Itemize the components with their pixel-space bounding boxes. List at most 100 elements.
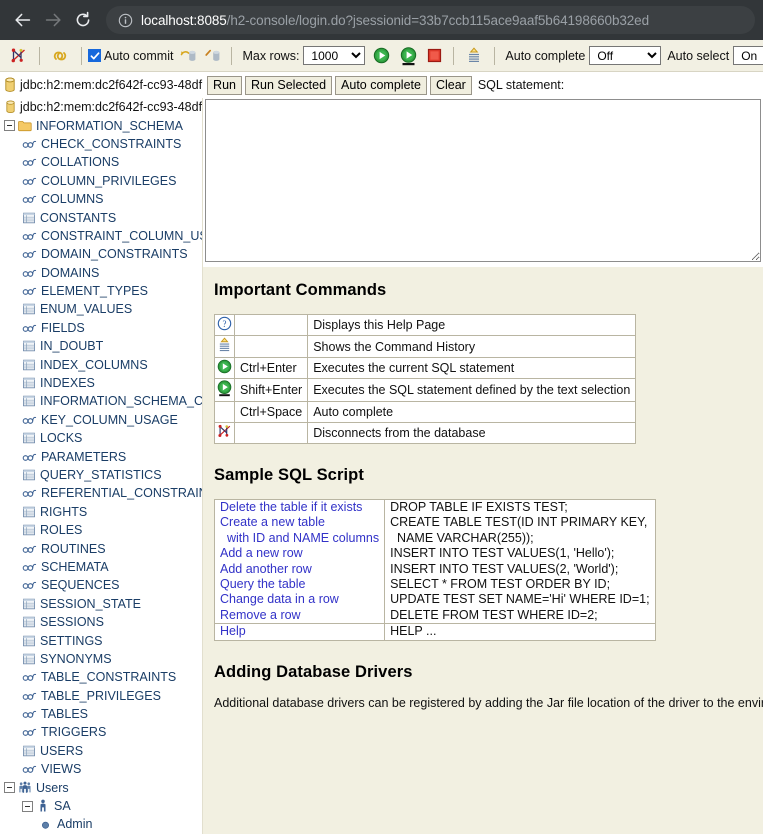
tree-item-table[interactable]: SETTINGS — [0, 631, 202, 649]
tree-item-table[interactable]: INDEX_COLUMNS — [0, 355, 202, 373]
user-icon — [40, 799, 46, 812]
sample-sql-help-row: Help HELP ... — [213, 623, 656, 641]
tree-item-table[interactable]: QUERY_STATISTICS — [0, 466, 202, 484]
commit-icon[interactable] — [180, 48, 198, 64]
clear-button[interactable]: Clear — [429, 75, 472, 95]
svg-text:?: ? — [223, 319, 227, 329]
tree-item-table[interactable]: DOMAIN_CONSTRAINTS — [0, 245, 202, 263]
disconnect-icon[interactable] — [10, 48, 27, 64]
run-icon[interactable] — [373, 47, 390, 64]
tree-item-table[interactable]: SESSION_STATE — [0, 595, 202, 613]
tree-item-user-admin[interactable]: Admin — [0, 815, 202, 833]
tree-table-label: FIELDS — [41, 320, 85, 335]
tree-item-table[interactable]: TABLE_CONSTRAINTS — [0, 668, 202, 686]
tree-item-table[interactable]: COLUMN_PRIVILEGES — [0, 172, 202, 190]
tree-item-table[interactable]: PARAMETERS — [0, 447, 202, 465]
command-icon-cell — [214, 422, 235, 444]
tree-item-table[interactable]: SEQUENCES — [0, 576, 202, 594]
view-icon — [22, 159, 37, 167]
tree-item-table[interactable]: CONSTANTS — [0, 208, 202, 226]
auto-complete-select[interactable]: Off — [589, 46, 662, 65]
tree-item-table[interactable]: IN_DOUBT — [0, 337, 202, 355]
command-shortcut-cell — [233, 422, 309, 444]
sample-sql-help-statement: HELP ... — [384, 623, 656, 641]
stop-icon[interactable] — [427, 48, 442, 63]
sample-sql-statements: DROP TABLE IF EXISTS TEST; CREATE TABLE T… — [384, 498, 656, 625]
sample-sql-table: Delete the table if it exists Create a ne… — [213, 498, 656, 641]
tree-table-label: SEQUENCES — [41, 578, 120, 593]
sql-editor[interactable] — [205, 99, 761, 262]
tree-item-table[interactable]: COLLATIONS — [0, 153, 202, 171]
tree-item-table[interactable]: ROLES — [0, 521, 202, 539]
sample-sql-statement: CREATE TABLE TEST(ID INT PRIMARY KEY, — [390, 515, 648, 530]
tree-item-table[interactable]: ELEMENT_TYPES — [0, 282, 202, 300]
sample-sql-description: Change data in a row — [220, 592, 339, 607]
tree-item-table[interactable]: SCHEMATA — [0, 558, 202, 576]
sample-sql-title: Sample SQL Script — [214, 466, 364, 484]
tree-table-label: SESSION_STATE — [40, 596, 141, 611]
back-button[interactable] — [8, 5, 38, 35]
tree-item-table[interactable]: USERS — [0, 742, 202, 760]
tree-item-user-sa[interactable]: SA — [0, 797, 202, 815]
auto-complete-button[interactable]: Auto complete — [335, 75, 427, 95]
auto-commit-toggle[interactable]: Auto commit — [88, 49, 173, 63]
tree-item-table[interactable]: VIEWS — [0, 760, 202, 778]
collapse-toggle-sa[interactable] — [22, 800, 33, 812]
command-history-icon — [219, 337, 230, 352]
tree-item-table[interactable]: CHECK_CONSTRAINTS — [0, 135, 202, 153]
tree-item-table[interactable]: SESSIONS — [0, 613, 202, 631]
tree-table-label: TABLE_CONSTRAINTS — [41, 670, 177, 685]
tree-item-table[interactable]: LOCKS — [0, 429, 202, 447]
auto-select-select[interactable]: On — [733, 46, 763, 65]
auto-commit-checkbox[interactable] — [88, 49, 101, 62]
table-icon — [23, 506, 35, 518]
tree-item-information-schema[interactable]: INFORMATION_SCHEMA — [0, 116, 202, 134]
address-bar[interactable]: localhost:8085/h2-console/login.do?jsess… — [106, 6, 755, 34]
tree-item-table[interactable]: REFERENTIAL_CONSTRAIN — [0, 484, 202, 502]
help-pane: Important Commands ? Displays this Help P… — [203, 267, 763, 834]
rollback-icon[interactable] — [204, 48, 222, 64]
command-row: Shift+Enter Executes the SQL statement de… — [214, 378, 637, 402]
command-history-icon[interactable] — [466, 47, 482, 64]
tree-item-table[interactable]: TABLE_PRIVILEGES — [0, 687, 202, 705]
reload-button[interactable] — [68, 5, 98, 35]
view-icon — [22, 582, 37, 590]
database-tree[interactable]: jdbc:h2:mem:dc2f642f-cc93-48df INFORMATI… — [0, 98, 203, 834]
tree-item-table[interactable]: TABLES — [0, 705, 202, 723]
tree-item-table[interactable]: RIGHTS — [0, 503, 202, 521]
tree-table-label: CONSTANTS — [40, 210, 117, 225]
run-selected-icon[interactable] — [400, 47, 417, 66]
tree-item-table[interactable]: ENUM_VALUES — [0, 300, 202, 318]
view-icon — [22, 729, 37, 737]
toolbar-divider — [231, 46, 233, 65]
collapse-toggle-schema[interactable] — [4, 120, 15, 132]
tree-table-label: KEY_COLUMN_USAGE — [41, 412, 178, 427]
run-selected-button[interactable]: Run Selected — [244, 75, 333, 95]
tree-item-table[interactable]: INFORMATION_SCHEMA_C — [0, 392, 202, 410]
sample-sql-statement: DROP TABLE IF EXISTS TEST; — [390, 500, 568, 514]
collapse-toggle-users[interactable] — [4, 782, 15, 794]
tree-item-table[interactable]: CONSTRAINT_COLUMN_US — [0, 227, 202, 245]
tree-item-table[interactable]: SYNONYMS — [0, 650, 202, 668]
refresh-icon[interactable] — [52, 48, 69, 64]
tree-item-table[interactable]: KEY_COLUMN_USAGE — [0, 411, 202, 429]
tree-item-table[interactable]: COLUMNS — [0, 190, 202, 208]
tree-item-table[interactable]: TRIGGERS — [0, 723, 202, 741]
info-circle-icon[interactable] — [118, 13, 133, 28]
tree-item-users-group[interactable]: Users — [0, 778, 202, 796]
sample-sql-description: Add a new row — [220, 546, 303, 561]
database-cylinder-icon — [6, 100, 15, 114]
run-button[interactable]: Run — [207, 75, 242, 95]
max-rows-select[interactable]: 1000 — [303, 46, 366, 65]
tree-item-table[interactable]: DOMAINS — [0, 264, 202, 282]
tree-item-table[interactable]: FIELDS — [0, 319, 202, 337]
tree-table-label: COLUMNS — [41, 192, 104, 207]
view-icon — [22, 416, 37, 424]
command-description-cell: Executes the SQL statement defined by th… — [307, 378, 637, 402]
command-row: Disconnects from the database — [214, 422, 637, 444]
forward-button[interactable] — [38, 5, 68, 35]
sample-sql-description: Remove a row — [220, 607, 301, 622]
tree-item-connection[interactable]: jdbc:h2:mem:dc2f642f-cc93-48df — [0, 98, 202, 116]
tree-item-table[interactable]: INDEXES — [0, 374, 202, 392]
tree-item-table[interactable]: ROUTINES — [0, 539, 202, 557]
